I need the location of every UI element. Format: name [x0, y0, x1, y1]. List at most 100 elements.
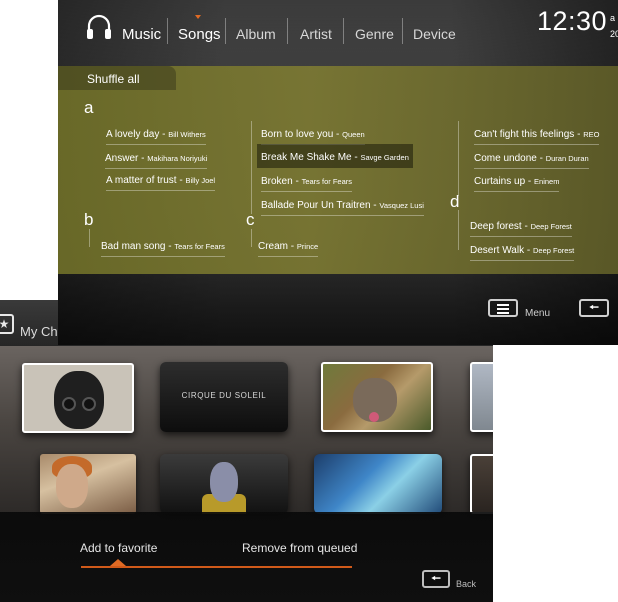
- song-artist: Bill Withers: [168, 130, 206, 139]
- song-item[interactable]: Born to love you - Queen: [261, 124, 365, 145]
- shuffle-all-label: Shuffle all: [87, 72, 140, 86]
- song-title: A lovely day: [106, 129, 160, 140]
- song-item[interactable]: Deep forest - Deep Forest: [470, 216, 572, 237]
- song-title: Desert Walk: [470, 245, 525, 256]
- headphones-icon: [87, 14, 111, 39]
- song-item[interactable]: Come undone - Duran Duran: [474, 148, 589, 169]
- menu-icon: [497, 304, 509, 306]
- menu-label: Menu: [525, 308, 551, 319]
- song-artist: Prince: [296, 242, 319, 251]
- column-divider: [458, 121, 459, 196]
- nav-divider: [402, 18, 403, 44]
- song-title: Can't fight this feelings: [474, 129, 575, 140]
- menu-button[interactable]: [488, 299, 518, 317]
- column-divider: [458, 210, 459, 250]
- clock: 12:30: [537, 6, 608, 36]
- star-icon[interactable]: ★: [0, 314, 14, 334]
- column-divider: [251, 121, 252, 214]
- pug-eye: [82, 397, 96, 411]
- back-label: Back: [456, 579, 477, 589]
- index-letter-a: a: [84, 98, 94, 117]
- nav-divider: [343, 18, 344, 44]
- song-title: Ballade Pour Un Traitren: [261, 200, 371, 211]
- photo-thumb-alien[interactable]: [160, 454, 288, 514]
- figure-head: [210, 462, 238, 502]
- song-item[interactable]: Curtains up - Eninem: [474, 171, 560, 192]
- cirque-text: CIRQUE DU SOLEIL: [181, 391, 267, 400]
- song-artist: REO: [583, 130, 600, 139]
- song-item[interactable]: A matter of trust - Billy Joel: [106, 170, 216, 191]
- song-item[interactable]: A lovely day - Bill Withers: [106, 124, 206, 145]
- nav-genre[interactable]: Genre: [355, 26, 394, 42]
- song-item[interactable]: Answer - Makihara Noriyuki: [105, 148, 208, 169]
- nav-divider: [225, 18, 226, 44]
- clock-date-bottom: 20: [610, 29, 618, 39]
- song-artist: Tears for Fears: [174, 242, 225, 251]
- menu-icon: [497, 308, 509, 310]
- songs-window: Music Songs Album Artist Genre Device 12…: [58, 0, 618, 345]
- menu-icon: [497, 312, 509, 314]
- photo-thumb-dog[interactable]: [321, 362, 433, 432]
- nav-active-indicator: [195, 15, 201, 19]
- song-item[interactable]: Bad man song - Tears for Fears: [101, 236, 225, 257]
- pug-face: [54, 371, 104, 429]
- song-title: Come undone: [474, 153, 537, 164]
- photo-thumb-album-cover[interactable]: [40, 454, 136, 514]
- song-title: Break Me Shake Me: [261, 152, 352, 163]
- song-artist: Vasquez Lusi: [379, 201, 424, 210]
- photo-thumb-partial[interactable]: [470, 362, 493, 432]
- song-artist: Billy Joel: [185, 176, 216, 185]
- song-artist: Tears for Fears: [301, 177, 353, 186]
- photo-thumb-cirque[interactable]: CIRQUE DU SOLEIL: [160, 362, 288, 432]
- song-artist: Makihara Noriyuki: [147, 154, 208, 163]
- song-artist: Deep Forest: [532, 246, 575, 255]
- selection-caret: [110, 559, 126, 566]
- my-channels-window: ★ My Ch CIRQUE DU SOLEIL Add to favorite…: [0, 300, 493, 602]
- photo-thumb-blue[interactable]: [314, 454, 442, 514]
- song-title: A matter of trust: [106, 175, 177, 186]
- nav-songs[interactable]: Songs: [178, 26, 221, 43]
- song-item[interactable]: Can't fight this feelings - REO: [474, 124, 600, 145]
- song-item[interactable]: Desert Walk - Deep Forest: [470, 240, 575, 261]
- portrait-face: [56, 464, 88, 508]
- back-button[interactable]: 🠔: [422, 570, 450, 588]
- add-to-favorite-button[interactable]: Add to favorite: [80, 541, 157, 555]
- front-back-button[interactable]: 🠔: [579, 299, 609, 317]
- remove-from-queued-button[interactable]: Remove from queued: [242, 541, 357, 555]
- song-artist: Queen: [342, 130, 365, 139]
- song-title: Born to love you: [261, 129, 334, 140]
- top-nav: Music Songs Album Artist Genre Device 12…: [58, 0, 618, 66]
- pug-eye: [62, 397, 76, 411]
- nav-album[interactable]: Album: [236, 26, 276, 42]
- nav-divider: [287, 18, 288, 44]
- back-arrow-icon: 🠔: [589, 302, 599, 314]
- song-title: Cream: [258, 241, 289, 252]
- song-title: Broken: [261, 176, 293, 187]
- clock-date-top: a: [610, 13, 616, 23]
- index-letter-b: b: [84, 210, 94, 229]
- song-item[interactable]: Cream - Prince: [258, 236, 319, 257]
- action-bar: Add to favorite Remove from queued 🠔 Bac…: [0, 512, 493, 602]
- nav-music[interactable]: Music: [122, 26, 161, 43]
- song-title: Curtains up: [474, 176, 526, 187]
- nav-artist[interactable]: Artist: [300, 26, 332, 42]
- action-underline: [81, 566, 352, 568]
- nav-divider: [167, 18, 168, 44]
- song-artist: Duran Duran: [545, 154, 589, 163]
- column-divider: [251, 229, 252, 247]
- dog-tongue: [369, 412, 379, 422]
- song-title: Deep forest: [470, 221, 522, 232]
- back-arrow-icon: 🠔: [431, 573, 441, 585]
- photo-thumb-partial[interactable]: [470, 454, 493, 514]
- song-artist: Savge Garden: [360, 153, 409, 162]
- song-item[interactable]: Ballade Pour Un Traitren - Vasquez Lusi: [261, 195, 424, 216]
- photo-thumb-pug[interactable]: [22, 363, 134, 433]
- song-title: Answer: [105, 153, 139, 164]
- song-item[interactable]: Broken - Tears for Fears: [261, 171, 353, 192]
- nav-device[interactable]: Device: [413, 26, 456, 42]
- song-artist: Eninem: [534, 177, 560, 186]
- song-title: Bad man song: [101, 241, 166, 252]
- back-window-title: My Ch: [20, 324, 58, 339]
- song-item-selected[interactable]: Break Me Shake Me - Savge Garden: [257, 144, 413, 168]
- column-divider: [89, 229, 90, 247]
